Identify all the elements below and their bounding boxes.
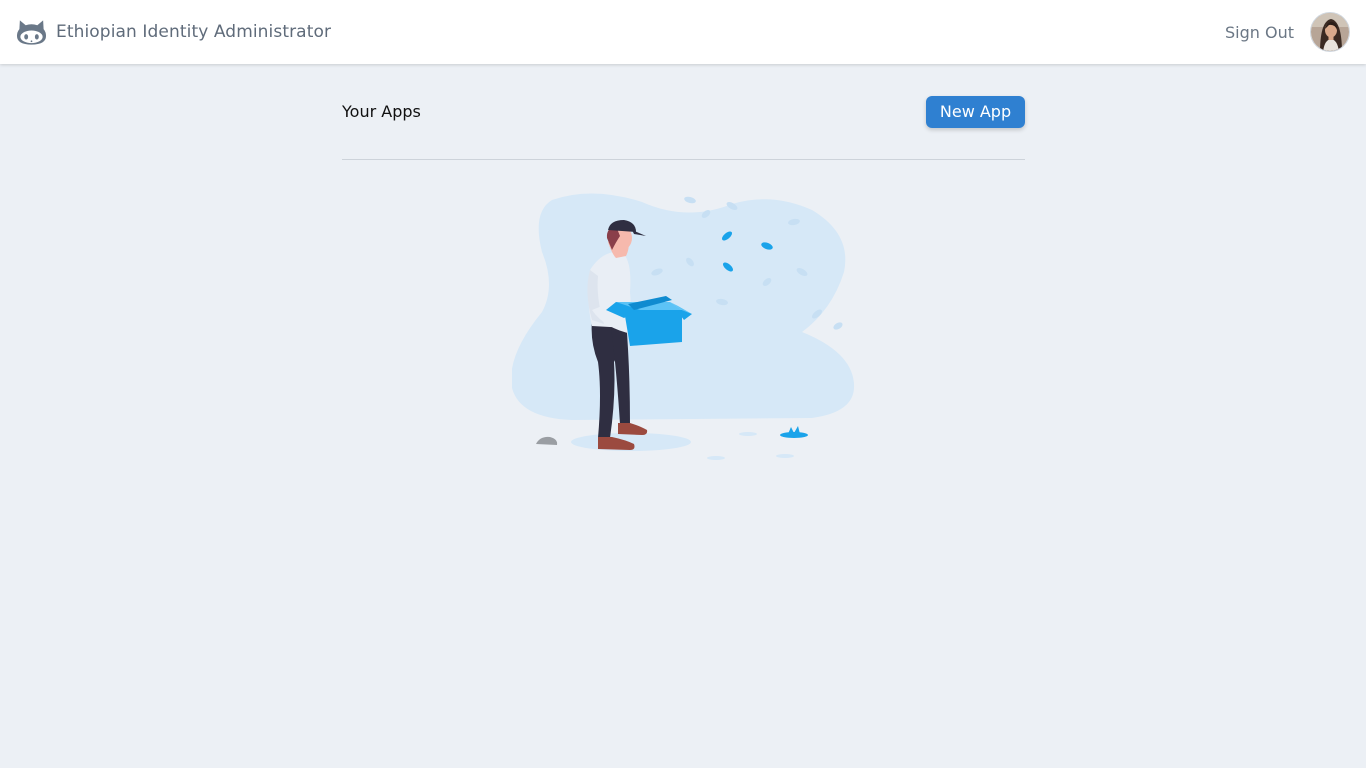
nav-actions: Sign Out — [1225, 12, 1350, 52]
github-octocat-icon — [16, 20, 47, 45]
illustration-blob — [512, 193, 855, 420]
user-avatar[interactable] — [1310, 12, 1350, 52]
app-title: Ethiopian Identity Administrator — [56, 22, 332, 42]
apps-header: Your Apps New App — [342, 64, 1025, 160]
page-title: Your Apps — [342, 102, 421, 121]
main-content: Your Apps New App — [342, 64, 1025, 460]
empty-box-illustration — [512, 192, 858, 462]
brand-link[interactable]: Ethiopian Identity Administrator — [16, 18, 331, 46]
navbar: Ethiopian Identity Administrator Sign Ou… — [0, 0, 1366, 64]
sign-out-link[interactable]: Sign Out — [1225, 23, 1294, 42]
new-app-button[interactable]: New App — [926, 95, 1025, 128]
